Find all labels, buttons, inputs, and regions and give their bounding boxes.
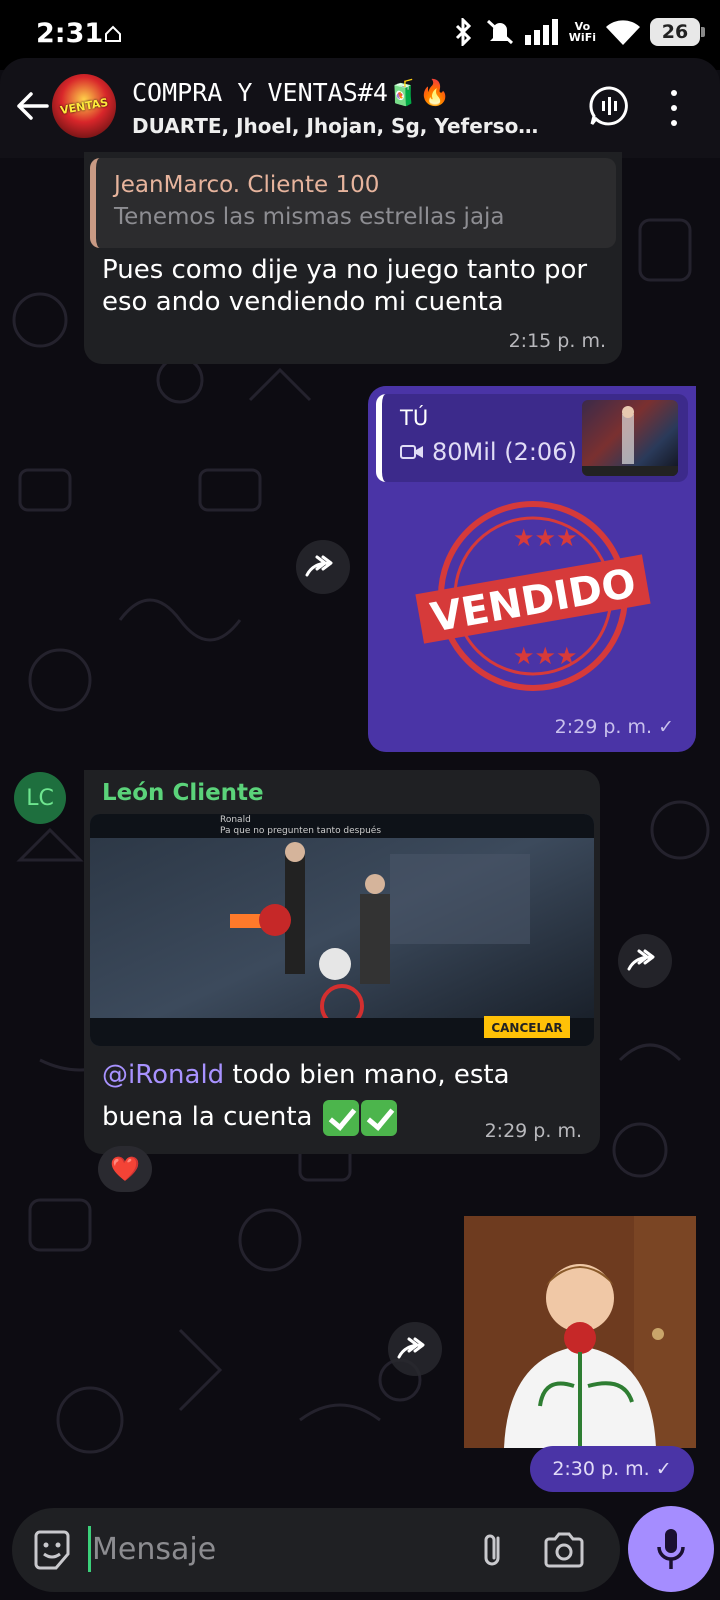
status-icons: Vo WiFi 26 <box>453 18 705 46</box>
vowifi-label: Vo WiFi <box>569 21 596 43</box>
chat-header: VENTAS COMPRA Y VENTAS#4🧃🔥 DUARTE, Jhoel… <box>0 58 720 158</box>
forward-button[interactable] <box>296 540 350 594</box>
quote-sender: JeanMarco. Cliente 100 <box>114 172 380 198</box>
avatar[interactable]: LC <box>14 772 66 824</box>
sender-name[interactable]: León Cliente <box>102 780 264 806</box>
message-time: 2:15 p. m. <box>508 330 606 352</box>
signal-icon <box>524 19 558 45</box>
forward-icon <box>627 949 655 971</box>
mute-icon <box>486 19 513 45</box>
group-avatar-text: VENTAS <box>59 95 109 117</box>
mic-button[interactable] <box>628 1506 714 1592</box>
heart-icon: ❤️ <box>110 1155 140 1183</box>
group-avatar[interactable]: VENTAS <box>52 74 116 138</box>
quote-text-row: 80Mil (2:06) <box>400 438 577 466</box>
group-name[interactable]: COMPRA Y VENTAS#4🧃🔥 <box>132 78 450 108</box>
wifi-icon <box>606 20 640 45</box>
group-members[interactable]: DUARTE, Jhoel, Jhojan, Sg, Yeferso… <box>132 114 538 138</box>
status-time: 2:31 <box>36 18 104 49</box>
more-icon[interactable] <box>666 90 682 126</box>
message-input[interactable] <box>92 1524 452 1574</box>
message-bubble-outgoing[interactable]: TÚ 80Mil (2:06) ★★★ ★★★ VENDIDO 2:29 p. … <box>368 386 696 752</box>
message-time: 2:30 p. m. ✓ <box>530 1446 694 1492</box>
forward-icon <box>305 555 333 577</box>
svg-text:★★★: ★★★ <box>513 524 578 552</box>
photo-attachment[interactable]: Ronald Pa que no pregunten tanto después… <box>90 814 594 1046</box>
quote-text: Tenemos las mismas estrellas jaja <box>114 204 505 230</box>
back-icon <box>17 92 49 120</box>
back-button[interactable] <box>12 86 52 126</box>
svg-text:CANCELAR: CANCELAR <box>491 1021 562 1035</box>
camera-icon[interactable] <box>540 1528 588 1572</box>
message-composer <box>12 1508 620 1592</box>
message-time: 2:29 p. m. ✓ <box>554 716 674 738</box>
sticker-icon[interactable] <box>30 1528 74 1572</box>
reaction-badge[interactable]: ❤️ <box>98 1146 152 1192</box>
gif-attachment[interactable] <box>464 1216 696 1448</box>
video-icon <box>400 445 423 459</box>
reply-quote[interactable]: TÚ 80Mil (2:06) <box>376 394 688 482</box>
svg-text:★★★: ★★★ <box>513 642 578 670</box>
message-time: 2:29 p. m. <box>484 1120 582 1142</box>
text-caret <box>88 1526 91 1572</box>
battery-indicator: 26 <box>650 18 705 46</box>
forward-button[interactable] <box>388 1322 442 1376</box>
message-text: Pues como dije ya no juego tanto por eso… <box>102 255 588 317</box>
check-emoji <box>322 1099 359 1136</box>
message-bubble-incoming[interactable]: León Cliente Ronald Pa que no pregunten … <box>84 770 600 1154</box>
attach-icon[interactable] <box>470 1528 514 1572</box>
quote-text: 80Mil (2:06) <box>432 438 577 466</box>
bluetooth-icon <box>455 18 471 46</box>
home-icon <box>105 25 121 42</box>
message-bubble-incoming[interactable]: JeanMarco. Cliente 100 Tenemos las misma… <box>84 152 622 364</box>
svg-text:Pa que no pregunten tanto desp: Pa que no pregunten tanto después <box>220 825 381 836</box>
voice-chat-icon[interactable] <box>588 84 632 128</box>
check-emoji <box>360 1099 397 1136</box>
vowifi-bottom: WiFi <box>568 31 596 44</box>
vendido-sticker: ★★★ ★★★ VENDIDO <box>415 501 651 691</box>
forward-button[interactable] <box>618 934 672 988</box>
quote-sender: TÚ <box>400 406 429 430</box>
mic-icon <box>657 1529 685 1569</box>
mention-link[interactable]: @iRonald <box>102 1060 224 1090</box>
reply-quote[interactable]: JeanMarco. Cliente 100 Tenemos las misma… <box>90 158 616 248</box>
svg-text:Ronald: Ronald <box>220 815 251 825</box>
forward-icon <box>397 1337 425 1359</box>
video-thumbnail <box>582 400 678 476</box>
